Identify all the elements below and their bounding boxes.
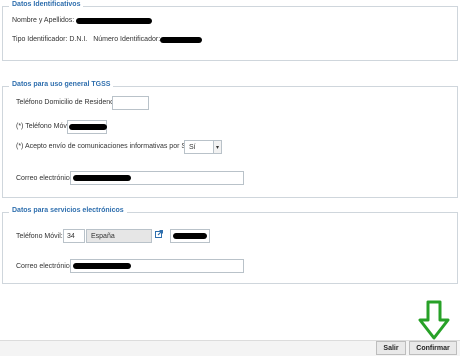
- sms-select[interactable]: Sí ▾: [184, 140, 222, 154]
- e-mobile-redaction: [173, 233, 207, 239]
- id-number-redaction: [160, 36, 203, 43]
- id-number-label: Número Identificador:: [93, 36, 161, 43]
- email-input[interactable]: [70, 171, 244, 185]
- home-phone-input[interactable]: [112, 96, 149, 110]
- e-mobile-row: Teléfono Móvil: +: [16, 233, 69, 240]
- identification-legend: Datos Identificativos: [9, 1, 84, 8]
- sms-label: (*) Acepto envío de comunicaciones infor…: [16, 143, 199, 150]
- e-email-label: Correo electrónico:: [16, 263, 76, 270]
- name-row: Nombre y Apellidos:: [12, 17, 153, 24]
- mobile-input[interactable]: [67, 120, 107, 134]
- e-email-redaction: [73, 263, 131, 269]
- exit-button[interactable]: Salir: [376, 341, 406, 355]
- email-row: Correo electrónico:: [16, 175, 75, 182]
- chevron-down-icon: ▾: [213, 141, 221, 153]
- sms-row: (*) Acepto envío de comunicaciones infor…: [16, 143, 198, 150]
- email-redaction: [73, 175, 131, 181]
- e-mobile-label: Teléfono Móvil: +: [16, 233, 69, 240]
- id-row: Tipo Identificador: D.N.I. Número Identi…: [12, 36, 203, 43]
- e-mobile-input[interactable]: [170, 229, 210, 243]
- id-type-label: Tipo Identificador: D.N.I.: [12, 36, 88, 43]
- name-label: Nombre y Apellidos:: [12, 17, 75, 24]
- e-email-input[interactable]: [70, 259, 244, 273]
- electronic-services-legend: Datos para servicios electrónicos: [9, 207, 127, 214]
- country-value: España: [91, 233, 115, 240]
- e-email-row: Correo electrónico:: [16, 263, 75, 270]
- identification-section: Datos Identificativos: [2, 1, 458, 61]
- arrow-down-icon: [418, 300, 450, 340]
- mobile-redaction: [69, 124, 107, 130]
- mobile-label: (*) Teléfono Móvil:: [16, 123, 72, 130]
- sms-select-value: Sí: [189, 143, 196, 151]
- prefix-value: 34: [67, 233, 75, 240]
- name-redaction: [76, 17, 153, 24]
- home-phone-label: Teléfono Domicilio de Residencia:: [16, 99, 122, 106]
- prefix-input[interactable]: 34: [63, 229, 85, 243]
- mobile-row: (*) Teléfono Móvil:: [16, 123, 72, 130]
- email-label: Correo electrónico:: [16, 175, 76, 182]
- country-field: España: [86, 229, 152, 243]
- electronic-services-section: Datos para servicios electrónicos: [2, 207, 458, 284]
- tgss-legend: Datos para uso general TGSS: [9, 81, 114, 88]
- external-link-icon[interactable]: [155, 230, 163, 238]
- confirm-button[interactable]: Confirmar: [409, 341, 457, 355]
- home-phone-row: Teléfono Domicilio de Residencia:: [16, 99, 121, 106]
